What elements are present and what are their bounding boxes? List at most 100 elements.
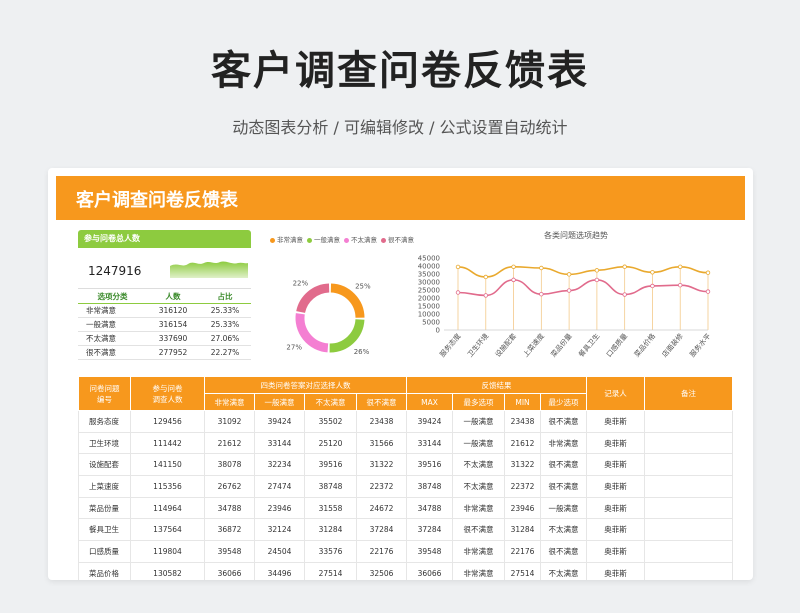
series-point <box>622 292 627 297</box>
table-cell: 31284 <box>504 518 541 542</box>
y-tick-label: 0 <box>436 327 440 335</box>
table-cell: 22372 <box>504 475 541 498</box>
table-cell: 奥菲斯 <box>586 496 645 520</box>
donut-label: 27% <box>286 343 302 351</box>
table-cell: 23438 <box>356 410 407 433</box>
series-point <box>511 264 516 269</box>
table-cell: 设施配套 <box>78 453 131 477</box>
table-cell: 23438 <box>504 410 541 433</box>
table-cell: 奥菲斯 <box>586 431 645 455</box>
table-cell: 22372 <box>356 475 407 498</box>
summary-cell: 25.33% <box>199 303 251 318</box>
table-cell: 33144 <box>406 431 453 455</box>
table-row: 设施配套 141150 38078 32234 39516 31322 39516 不太满意 3… <box>78 453 733 477</box>
th-feedback: 反馈结果 <box>406 376 587 394</box>
table-cell: 24504 <box>254 540 305 563</box>
th-sub: 不太满意 <box>304 393 357 411</box>
table-cell: 菜品价格 <box>78 561 131 580</box>
table-cell: 一般满意 <box>540 496 587 520</box>
series-point <box>678 283 683 288</box>
legend-label: 一般满意 <box>314 236 340 244</box>
table-row: 上菜速度 115356 26762 27474 38748 22372 38748 不太满意 2… <box>78 475 733 498</box>
series-point <box>678 264 683 269</box>
legend-label: 非常满意 <box>277 236 303 244</box>
summary-cell: 316154 <box>147 317 200 332</box>
table-cell: 很不满意 <box>540 453 587 477</box>
table-cell: 非常满意 <box>452 540 505 563</box>
table-cell: 27514 <box>504 561 541 580</box>
table-cell: 38748 <box>406 475 453 498</box>
table-cell: 非常满意 <box>540 431 587 455</box>
donut-label: 22% <box>293 279 309 287</box>
table-cell: 36872 <box>204 518 255 542</box>
table-cell: 23946 <box>254 496 305 520</box>
th-qnum: 问卷问题 编号 <box>78 376 131 411</box>
table-cell: 餐具卫生 <box>78 518 131 542</box>
legend-swatch <box>381 237 386 243</box>
summary-cell: 很不满意 <box>78 345 148 360</box>
series-point <box>566 272 572 277</box>
y-tick-label: 15000 <box>418 303 440 311</box>
table-cell: 奥菲斯 <box>586 518 645 542</box>
table-cell: 一般满意 <box>452 431 505 455</box>
series-point <box>483 293 488 298</box>
table-cell: 129456 <box>130 410 205 433</box>
summary-sparkline <box>170 261 248 278</box>
y-tick-label: 40000 <box>418 263 440 271</box>
table-cell: 菜品份量 <box>78 496 131 520</box>
table-cell: 上菜速度 <box>78 475 131 498</box>
th-sub: 很不满意 <box>356 393 407 411</box>
series-point <box>650 270 655 275</box>
series-line <box>457 265 709 278</box>
table-cell: 21612 <box>504 431 541 455</box>
table-cell: 卫生环境 <box>78 431 131 455</box>
table-cell: 33144 <box>254 431 305 455</box>
table-cell: 26762 <box>204 475 255 498</box>
x-tick-label: 店面装修 <box>660 332 685 359</box>
summary-cell: 25.33% <box>199 317 251 332</box>
legend-swatch <box>307 237 312 243</box>
series-point <box>566 288 572 293</box>
table-cell: 奥菲斯 <box>586 561 645 580</box>
summary-table: 选项分类 人数 占比 非常满意 316120 25.33% 一般满意 316154 25.33… <box>78 288 251 360</box>
th-sub: 非常满意 <box>204 393 255 411</box>
x-tick-label: 菜品价格 <box>632 332 657 359</box>
table-cell: 23946 <box>504 496 541 520</box>
table-cell: 33576 <box>304 540 357 563</box>
donut-chart: 25% 26% 27% 22% <box>286 279 371 356</box>
donut-label: 25% <box>355 282 371 290</box>
trend-line-chart: 各类问题选项趋势 45000400003500030000250002000015… <box>418 230 713 359</box>
donut-label: 26% <box>354 348 370 356</box>
table-cell: 141150 <box>130 453 205 477</box>
summary-total: 1247916 <box>88 264 142 278</box>
donut-slice <box>330 283 365 319</box>
table-cell: 130582 <box>130 561 205 580</box>
report-banner: 客户调查问卷反馈表 <box>56 176 745 220</box>
summary-row: 一般满意 316154 25.33% <box>78 317 251 332</box>
series-point <box>483 274 488 280</box>
table-cell: 27514 <box>304 561 357 580</box>
table-cell <box>644 496 733 520</box>
table-cell: 25120 <box>304 431 357 455</box>
table-cell: 27474 <box>254 475 305 498</box>
table-cell: 奥菲斯 <box>586 453 645 477</box>
table-cell: 39516 <box>406 453 453 477</box>
table-cell: 22176 <box>504 540 541 563</box>
table-cell: 39516 <box>304 453 357 477</box>
table-cell: 38078 <box>204 453 255 477</box>
table-cell <box>644 410 733 433</box>
y-tick-label: 10000 <box>418 311 440 319</box>
series-point <box>594 268 600 273</box>
series-point <box>539 265 544 271</box>
th-answer-group: 四类问卷答案对应选择人数 <box>204 376 407 394</box>
table-cell: 31566 <box>356 431 407 455</box>
x-tick-label: 卫生环境 <box>465 332 490 359</box>
chart-title: 各类问题选项趋势 <box>544 230 608 240</box>
table-cell: 非常满意 <box>452 496 505 520</box>
summary-row: 非常满意 316120 25.33% <box>78 303 251 318</box>
th-sub: MAX <box>406 393 453 411</box>
page-title: 客户调查问卷反馈表 <box>211 48 589 94</box>
table-cell <box>644 475 733 498</box>
th-sub: 最少选项 <box>540 393 587 411</box>
table-cell <box>644 518 733 542</box>
